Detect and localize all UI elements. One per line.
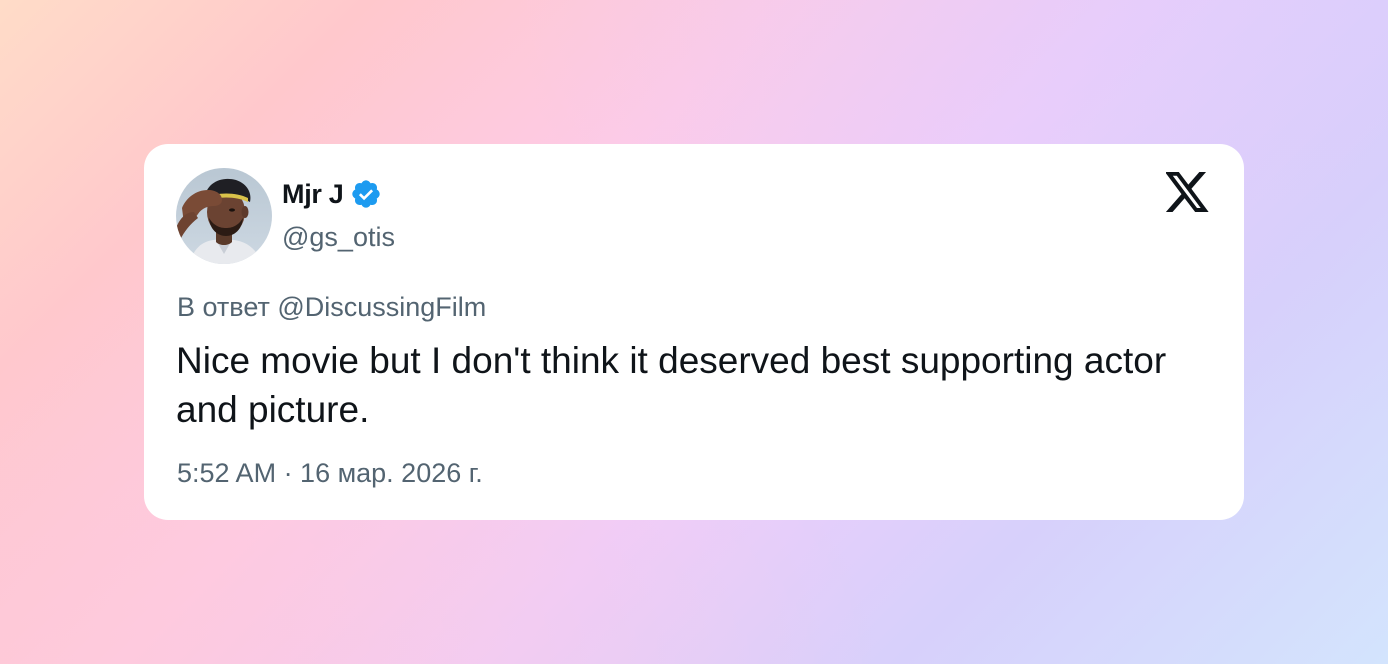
avatar[interactable] <box>176 168 272 264</box>
verified-badge-icon <box>350 178 382 210</box>
author-handle[interactable]: @gs_otis <box>282 222 395 253</box>
tweet-timestamp[interactable]: 5:52 AM · 16 мар. 2026 г. <box>177 458 483 489</box>
author-display-name[interactable]: Mjr J <box>282 179 344 210</box>
tweet-text: Nice movie but I don't think it deserved… <box>176 340 1167 430</box>
author-name-row: Mjr J <box>282 177 382 211</box>
avatar-photo <box>176 168 272 264</box>
tweet-card: Mjr J @gs_otis В ответ @DiscussingFilm N… <box>144 144 1244 520</box>
x-logo-icon[interactable] <box>1165 172 1210 212</box>
reply-context[interactable]: В ответ @DiscussingFilm <box>177 292 486 323</box>
